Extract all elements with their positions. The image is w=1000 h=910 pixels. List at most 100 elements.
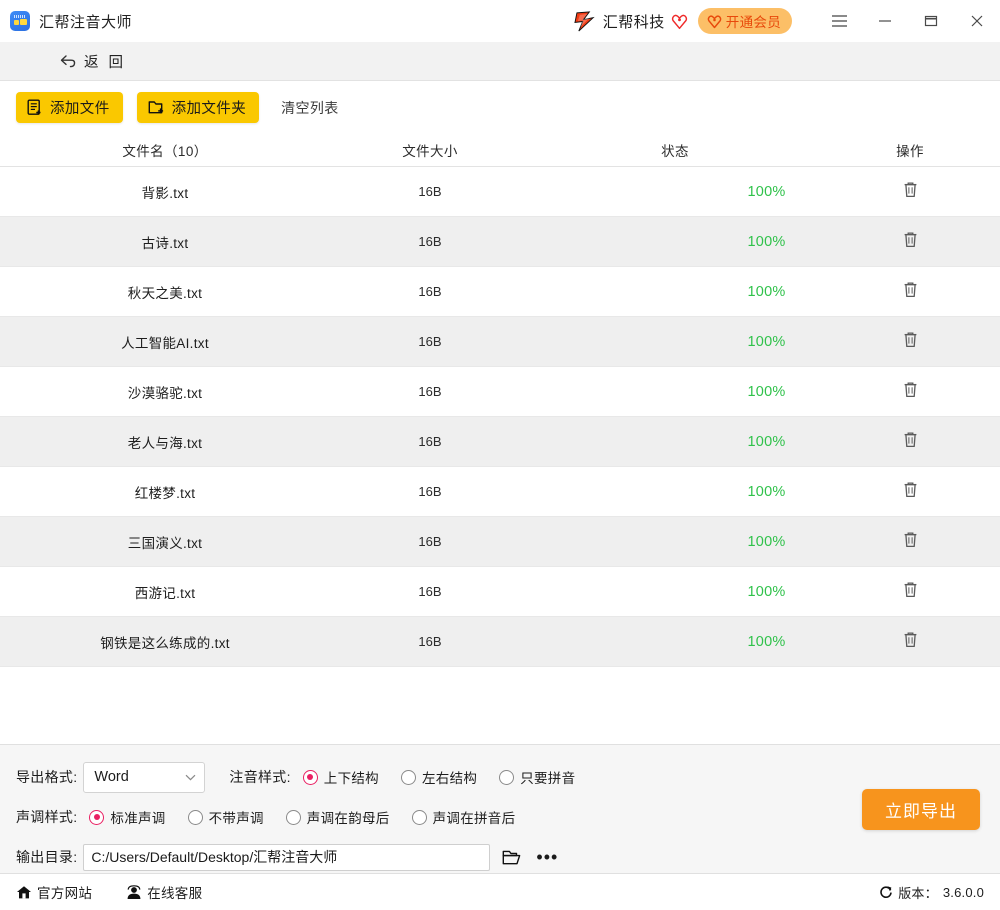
tone-style-radio-0[interactable]: 标准声调 [89, 807, 165, 827]
delete-row-button[interactable] [903, 631, 918, 653]
progress-percent-text: 100% [747, 533, 786, 550]
cell-status: 100% [530, 167, 820, 216]
heart-outline-icon[interactable] [671, 13, 688, 30]
table-row[interactable]: 红楼梦.txt 16B 100% [0, 467, 1000, 517]
filesize-text: 16B [418, 334, 442, 349]
radio-label: 声调在韵母后 [306, 811, 390, 826]
progress-percent-text: 100% [747, 183, 786, 200]
open-vip-button[interactable]: 开通会员 [697, 8, 792, 34]
delete-row-button[interactable] [903, 431, 918, 453]
radio-label: 上下结构 [323, 771, 379, 786]
maximize-button[interactable] [908, 0, 954, 42]
cell-filename: 西游记.txt [0, 567, 330, 616]
cell-filesize: 16B [330, 367, 530, 416]
refresh-icon[interactable] [879, 885, 893, 899]
version-value: 3.6.0.0 [942, 884, 984, 900]
browse-folder-button[interactable] [502, 849, 522, 866]
radio-dot-icon [285, 809, 301, 825]
menu-button[interactable] [816, 0, 862, 42]
filename-text: 秋天之美.txt [127, 285, 203, 301]
cell-filesize: 16B [330, 217, 530, 266]
progress-bar [565, 240, 747, 244]
phonetic-style-radio-group: 上下结构 左右结构 只要拼音 [302, 767, 576, 787]
table-row[interactable]: 沙漠骆驼.txt 16B 100% [0, 367, 1000, 417]
delete-row-button[interactable] [903, 231, 918, 253]
table-row[interactable]: 人工智能AI.txt 16B 100% [0, 317, 1000, 367]
cell-filesize: 16B [330, 517, 530, 566]
application-window: 汇帮注音大师 汇帮科技 开通会员 返 回 添加文件 添加文件夹 清空列表 文件名… [0, 0, 1000, 910]
cell-filename: 钢铁是这么练成的.txt [0, 617, 330, 666]
cell-filesize: 16B [330, 617, 530, 666]
table-row[interactable]: 秋天之美.txt 16B 100% [0, 267, 1000, 317]
trash-icon [904, 181, 916, 197]
delete-row-button[interactable] [903, 381, 918, 403]
table-row[interactable]: 背影.txt 16B 100% [0, 167, 1000, 217]
online-support-label: 在线客服 [147, 886, 203, 901]
progress-percent-text: 100% [747, 233, 786, 250]
delete-row-button[interactable] [903, 181, 918, 203]
delete-row-button[interactable] [903, 481, 918, 503]
export-now-button[interactable]: 立即导出 [862, 789, 980, 830]
trash-icon [904, 531, 916, 547]
cell-action [820, 217, 1000, 266]
online-support-link[interactable]: 在线客服 [126, 882, 202, 902]
filename-text: 古诗.txt [141, 235, 189, 251]
progress-percent-text: 100% [747, 383, 786, 400]
output-dir-label: 输出目录: [16, 849, 78, 865]
close-button[interactable] [954, 0, 1000, 42]
cell-filename: 背影.txt [0, 167, 330, 216]
progress-bar [565, 490, 747, 494]
output-dir-input[interactable] [83, 843, 491, 871]
progress-percent-text: 100% [747, 333, 786, 350]
table-row[interactable]: 钢铁是这么练成的.txt 16B 100% [0, 617, 1000, 667]
phonetic-style-radio-2[interactable]: 只要拼音 [499, 767, 575, 787]
trash-icon [904, 331, 916, 347]
export-format-select[interactable]: Word [83, 761, 206, 793]
phonetic-style-radio-0[interactable]: 上下结构 [302, 767, 379, 787]
filename-text: 背影.txt [141, 185, 189, 201]
delete-row-button[interactable] [903, 331, 918, 353]
official-website-label: 官方网站 [37, 886, 93, 901]
cell-action [820, 167, 1000, 216]
official-website-link[interactable]: 官方网站 [16, 882, 92, 902]
delete-row-button[interactable] [903, 531, 918, 553]
table-row[interactable]: 老人与海.txt 16B 100% [0, 417, 1000, 467]
table-row[interactable]: 三国演义.txt 16B 100% [0, 517, 1000, 567]
cell-status: 100% [530, 217, 820, 266]
phonetic-style-radio-1[interactable]: 左右结构 [400, 767, 477, 787]
tone-style-radio-3[interactable]: 声调在拼音后 [411, 807, 516, 827]
brand-group: 汇帮科技 [574, 10, 688, 32]
open-folder-icon [502, 850, 521, 864]
hamburger-menu-icon [831, 15, 847, 27]
output-dir-row: 输出目录: ••• [16, 837, 1000, 877]
delete-row-button[interactable] [903, 281, 918, 303]
column-header-action: 操作 [896, 144, 924, 159]
app-logo-icon [10, 11, 30, 31]
progress-percent-text: 100% [747, 583, 786, 600]
tone-style-radio-2[interactable]: 声调在韵母后 [285, 807, 390, 827]
title-bar: 汇帮注音大师 汇帮科技 开通会员 [0, 0, 1000, 42]
cell-status: 100% [530, 467, 820, 516]
add-folder-icon [148, 101, 163, 114]
delete-row-button[interactable] [903, 581, 918, 603]
phonetic-style-label: 注音样式: [229, 769, 291, 785]
cell-action [820, 317, 1000, 366]
clear-list-button[interactable]: 清空列表 [281, 98, 339, 118]
filename-text: 红楼梦.txt [134, 485, 196, 501]
radio-dot-icon [411, 809, 427, 825]
cell-status: 100% [530, 267, 820, 316]
radio-label: 声调在拼音后 [432, 811, 516, 826]
table-row[interactable]: 西游记.txt 16B 100% [0, 567, 1000, 617]
table-row[interactable]: 古诗.txt 16B 100% [0, 217, 1000, 267]
filename-text: 西游记.txt [134, 585, 196, 601]
column-header-status: 状态 [661, 144, 689, 159]
more-options-button[interactable]: ••• [536, 848, 558, 866]
filesize-text: 16B [418, 584, 442, 599]
file-toolbar: 添加文件 添加文件夹 清空列表 [0, 81, 1000, 134]
minimize-button[interactable] [862, 0, 908, 42]
back-button[interactable]: 返 回 [60, 51, 126, 72]
tone-style-radio-1[interactable]: 不带声调 [187, 807, 264, 827]
cell-filename: 沙漠骆驼.txt [0, 367, 330, 416]
add-folder-button[interactable]: 添加文件夹 [136, 92, 260, 123]
add-file-button[interactable]: 添加文件 [16, 92, 123, 123]
